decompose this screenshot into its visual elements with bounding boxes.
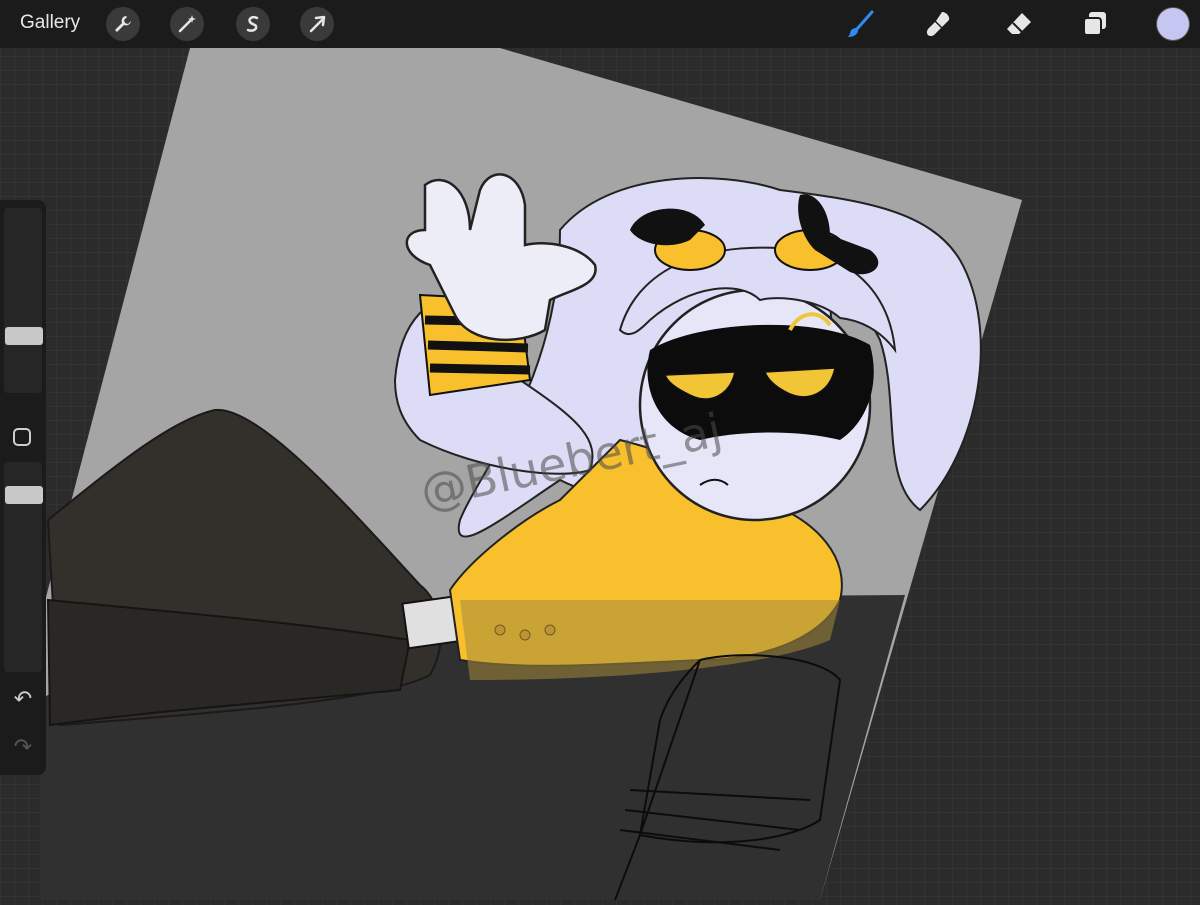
undo-icon[interactable]: ↶ [10, 686, 36, 711]
brush-tool-button[interactable] [843, 7, 877, 41]
adjustments-button[interactable] [170, 7, 204, 41]
redo-icon[interactable]: ↷ [10, 734, 36, 759]
selection-button[interactable] [236, 7, 270, 41]
transform-arrow-icon [309, 15, 326, 33]
selection-icon [246, 15, 259, 32]
eraser-icon [1007, 13, 1031, 34]
top-toolbar: Gallery [0, 0, 1200, 48]
opacity-handle[interactable] [5, 486, 43, 504]
smudge-icon [926, 12, 950, 37]
brush-icon [848, 10, 874, 37]
gallery-button[interactable]: Gallery [20, 12, 80, 34]
modify-square-icon[interactable] [13, 428, 31, 446]
layers-button[interactable] [1078, 7, 1112, 41]
layers-icon [1083, 12, 1106, 36]
canvas[interactable]: @Bluebert_aj [0, 0, 1200, 901]
magic-wand-icon [178, 15, 196, 33]
actions-button[interactable] [106, 7, 140, 41]
smudge-tool-button[interactable] [922, 7, 956, 41]
color-picker-button[interactable] [1157, 8, 1189, 40]
brush-size-slider[interactable] [4, 208, 42, 393]
brush-size-handle[interactable] [5, 327, 43, 345]
wrench-icon [115, 16, 131, 32]
eraser-tool-button[interactable] [1002, 7, 1036, 41]
transform-button[interactable] [300, 7, 334, 41]
left-sidebar: ↶ ↷ [0, 200, 46, 775]
artwork-svg: @Bluebert_aj [40, 48, 1022, 901]
